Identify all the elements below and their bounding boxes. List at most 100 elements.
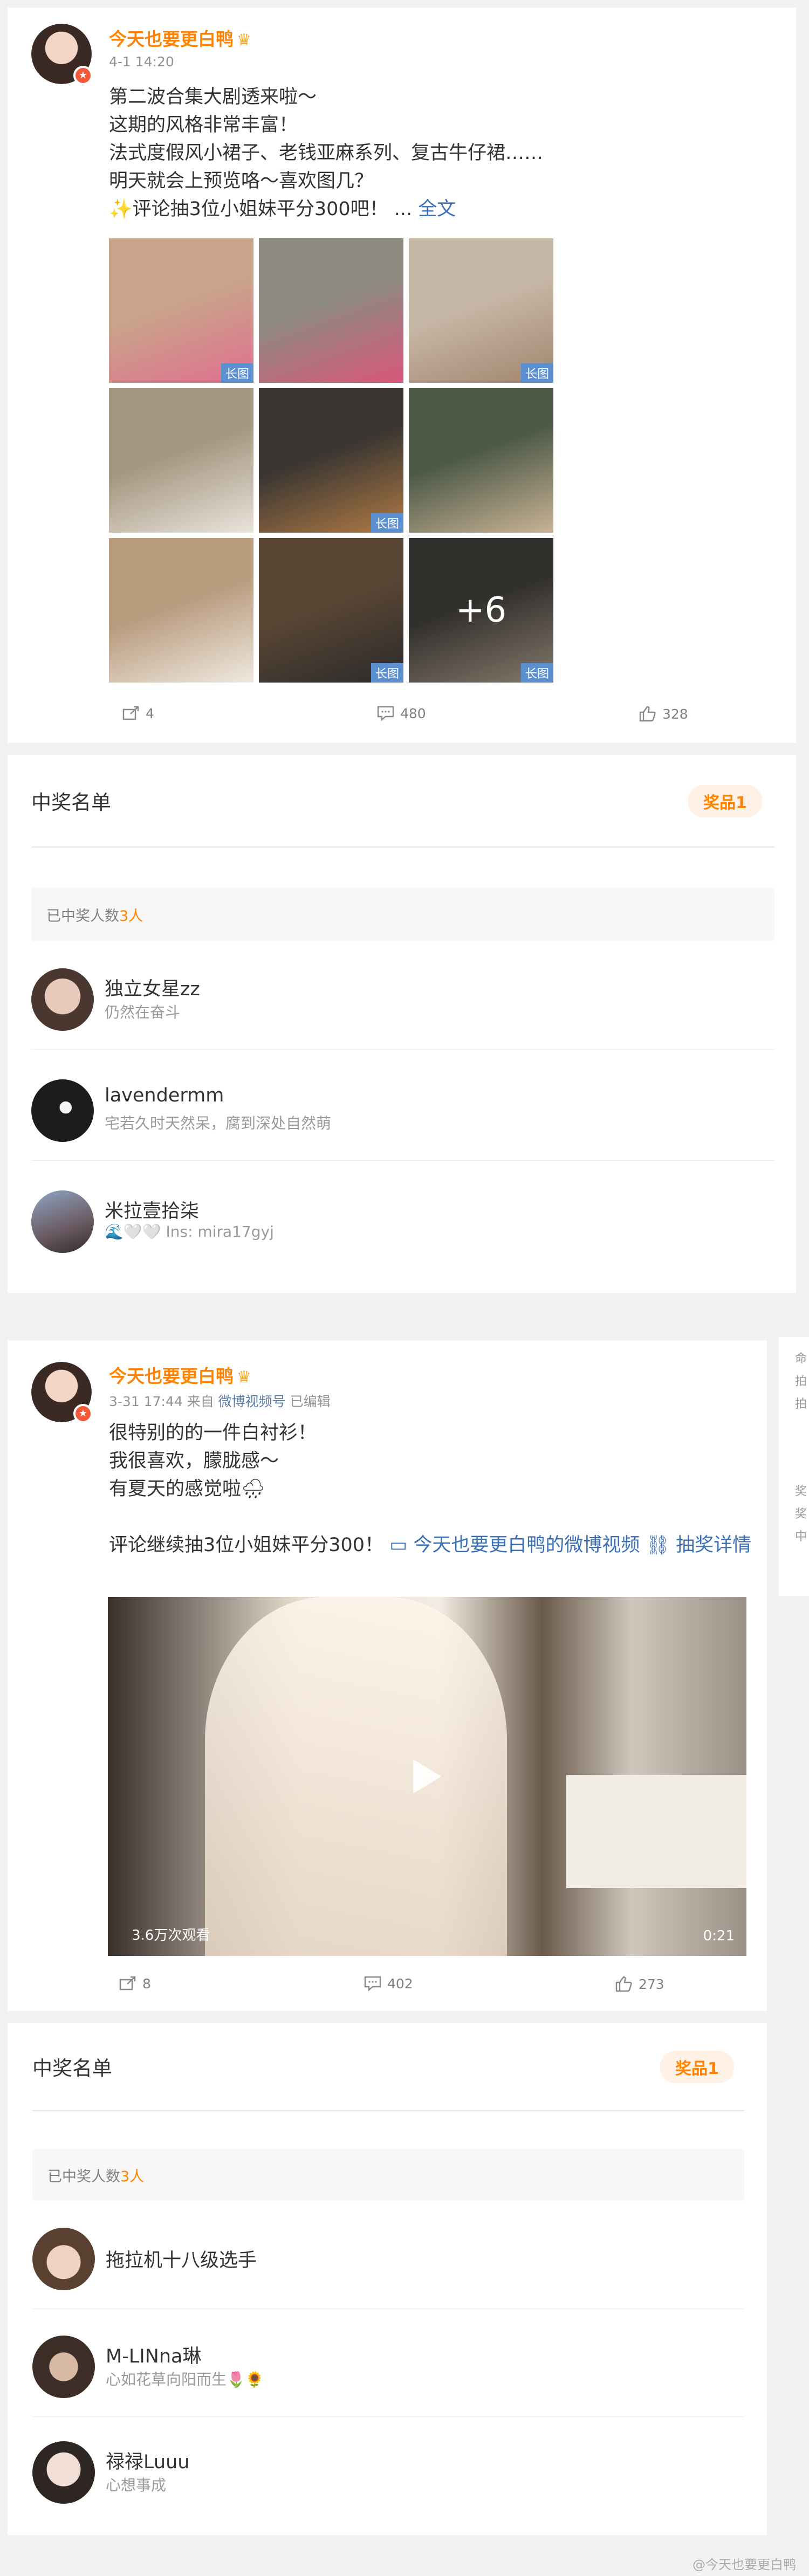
grid-image[interactable]: [409, 388, 553, 533]
grid-image[interactable]: 长图: [109, 238, 253, 383]
source-link[interactable]: 微博视频号: [218, 1394, 286, 1409]
comment-icon: [364, 1976, 381, 1992]
side-char: 命: [795, 1352, 807, 1366]
post-line-blank: [109, 1503, 751, 1531]
grid-image[interactable]: 长图: [259, 538, 403, 683]
side-panel-stub: 命 拍 拍 奖 奖 中: [779, 1337, 809, 1596]
winner-divider: [31, 1160, 774, 1161]
like-button[interactable]: 273: [615, 1975, 664, 1993]
edited-label[interactable]: 已编辑: [290, 1394, 331, 1409]
full-text-link[interactable]: 全文: [418, 198, 456, 220]
author-name[interactable]: 今天也要更白鸭 ♛: [109, 25, 251, 51]
grid-image[interactable]: +6 长图: [409, 538, 553, 683]
winner-avatar[interactable]: [31, 1190, 94, 1253]
winner-avatar[interactable]: [32, 2228, 95, 2290]
side-stub-text: 命 拍 拍 奖 奖 中: [795, 1348, 808, 1548]
raffle-details-link[interactable]: ⛓ 抽奖详情: [646, 1534, 752, 1556]
winner-name[interactable]: M-LINna琳: [106, 2341, 201, 2368]
winner-name[interactable]: 米拉壹拾柒: [105, 1196, 199, 1223]
side-char: 奖: [795, 1485, 807, 1498]
long-image-badge: 长图: [221, 363, 253, 383]
post-line: 这期的风格非常丰富！: [109, 114, 298, 136]
repost-button[interactable]: 4: [122, 705, 154, 721]
winners-card-1: 中奖名单 奖品1 已中奖人数 3人 独立女星zz 仍然在奋斗 lavendermm…: [8, 755, 796, 1293]
like-count: 328: [662, 706, 688, 722]
post-line: 评论继续抽3位小姐妹平分300！ ▭ 今天也要更白鸭的微博视频 ⛓ 抽奖详情: [109, 1531, 751, 1559]
play-icon[interactable]: [413, 1759, 441, 1794]
post-time[interactable]: 3-31 17:44: [109, 1394, 183, 1409]
comment-count: 402: [387, 1975, 413, 1992]
comment-icon: [377, 706, 394, 721]
winner-item[interactable]: 独立女星zz 仍然在奋斗: [31, 962, 774, 1032]
image-content: [109, 238, 253, 383]
winner-bio: 宅若久时天然呆，腐到深处自然萌: [105, 1114, 332, 1132]
grid-image[interactable]: [109, 388, 253, 533]
like-count: 273: [639, 1976, 664, 1992]
post-card-1: ★ 今天也要更白鸭 ♛ 4-1 14:20 第二波合集大剧透来啦～ 这期的风格非常…: [8, 8, 796, 743]
winners-title: 中奖名单: [31, 791, 111, 814]
winner-divider: [32, 2416, 744, 2417]
author-name[interactable]: 今天也要更白鸭 ♛: [109, 1362, 251, 1388]
repost-count: 8: [142, 1975, 151, 1992]
post-time[interactable]: 4-1 14:20: [109, 54, 174, 70]
winner-item[interactable]: 禄禄Luuu 心想事成: [32, 2435, 744, 2505]
winner-count-label: 已中奖人数: [46, 907, 119, 925]
grid-image[interactable]: 长图: [259, 388, 403, 533]
source-prefix: 来自: [187, 1394, 214, 1409]
comment-button[interactable]: 480: [376, 705, 426, 721]
winner-avatar[interactable]: [32, 2441, 95, 2504]
video-views: 3.6万次观看: [132, 1927, 210, 1944]
comment-button[interactable]: 402: [364, 1975, 413, 1992]
more-images-overlay[interactable]: +6: [409, 538, 553, 683]
side-char: 中: [795, 1530, 807, 1544]
side-char: 拍: [795, 1375, 807, 1388]
prize-tab[interactable]: 奖品1: [660, 2051, 734, 2083]
prize-tab[interactable]: 奖品1: [688, 785, 762, 817]
winner-avatar[interactable]: [31, 1079, 94, 1142]
winners-card-2: 中奖名单 奖品1 已中奖人数 3人 拖拉机十八级选手 M-LINna琳 心如花草向…: [8, 2023, 767, 2535]
winner-count-bar: 已中奖人数 3人: [32, 2149, 744, 2201]
repost-count: 4: [146, 705, 154, 721]
like-button[interactable]: 328: [639, 705, 688, 722]
side-gap: [795, 1416, 808, 1480]
winner-count-value: 3人: [119, 907, 143, 925]
action-bar: 4 480 328: [8, 701, 796, 733]
author-name-text[interactable]: 今天也要更白鸭: [109, 29, 234, 50]
winner-count-label: 已中奖人数: [47, 2168, 120, 2185]
winner-bio: 心想事成: [106, 2476, 167, 2494]
post-line: 我很喜欢，朦胧感～: [109, 1450, 279, 1472]
author-name-text[interactable]: 今天也要更白鸭: [109, 1366, 234, 1387]
side-char: 拍: [795, 1397, 807, 1411]
comment-count: 480: [400, 705, 426, 721]
image-content: [259, 388, 403, 533]
winner-avatar[interactable]: [32, 2336, 95, 2398]
winner-name[interactable]: lavendermm: [105, 1085, 224, 1106]
grid-image[interactable]: [259, 238, 403, 383]
video-link[interactable]: ▭ 今天也要更白鸭的微博视频: [389, 1534, 640, 1556]
grid-image[interactable]: [109, 538, 253, 683]
video-player[interactable]: 3.6万次观看 0:21: [108, 1597, 746, 1956]
winner-avatar[interactable]: [31, 968, 94, 1031]
winner-item[interactable]: 米拉壹拾柒 🌊🤍🤍 Ins: mira17gyj: [31, 1184, 774, 1254]
post-line: ✨评论抽3位小姐妹平分300吧！ ... 全文: [109, 195, 543, 223]
winners-title: 中奖名单: [32, 2057, 112, 2080]
raffle-details-text[interactable]: 抽奖详情: [676, 1534, 751, 1556]
crown-icon: ♛: [237, 1368, 251, 1387]
verified-badge-icon: ★: [73, 1404, 93, 1423]
post-line: 很特别的的一件白衬衫！: [109, 1422, 317, 1444]
watermark: @今天也要更白鸭: [693, 2557, 796, 2572]
winners-divider: [31, 846, 774, 848]
video-link-text[interactable]: 今天也要更白鸭的微博视频: [413, 1534, 640, 1556]
winner-item[interactable]: lavendermm 宅若久时天然呆，腐到深处自然萌: [31, 1073, 774, 1143]
winner-name[interactable]: 拖拉机十八级选手: [106, 2245, 257, 2272]
post-line: 有夏天的感觉啦🌧: [109, 1478, 265, 1500]
repost-button[interactable]: 8: [119, 1975, 151, 1992]
grid-image[interactable]: 长图: [409, 238, 553, 383]
post-text: 很特别的的一件白衬衫！ 我很喜欢，朦胧感～ 有夏天的感觉啦🌧 评论继续抽3位小姐…: [109, 1419, 751, 1559]
winner-item[interactable]: 拖拉机十八级选手: [32, 2221, 744, 2291]
repost-icon: [119, 1976, 136, 1990]
video-shirt-figure: [205, 1597, 507, 1956]
winner-item[interactable]: M-LINna琳 心如花草向阳而生🌷🌻: [32, 2329, 744, 2399]
winner-name[interactable]: 独立女星zz: [105, 974, 200, 1001]
winner-name[interactable]: 禄禄Luuu: [106, 2447, 189, 2474]
